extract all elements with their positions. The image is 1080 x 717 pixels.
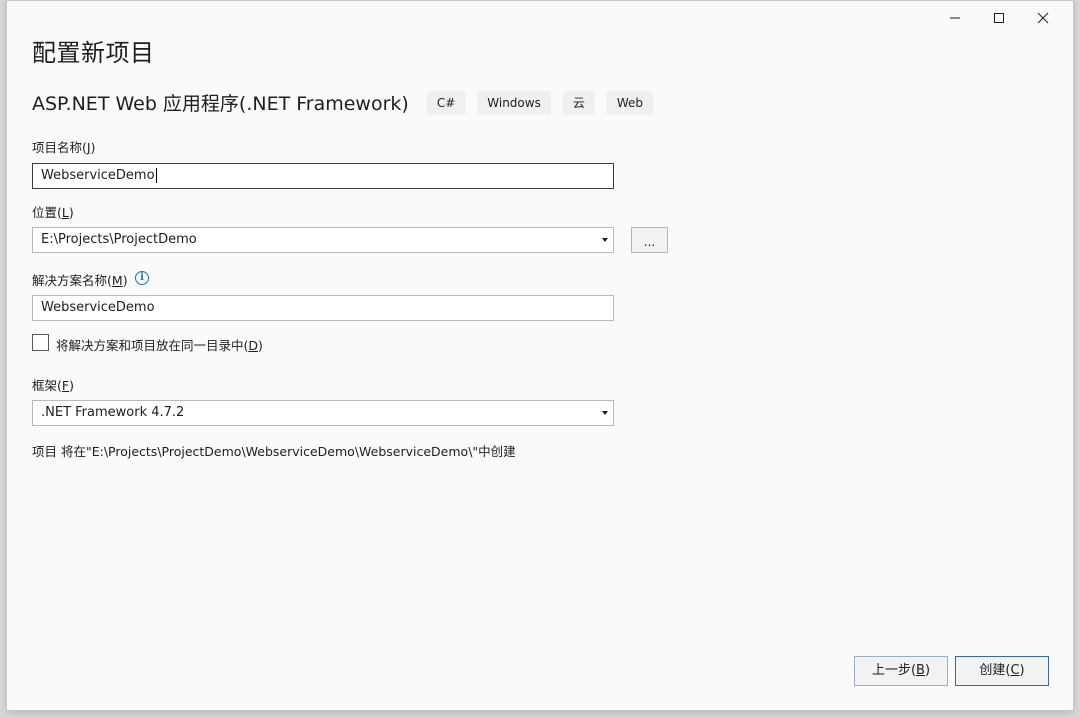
dialog-title: 配置新项目 <box>32 39 155 67</box>
create-button[interactable]: 创建(C) <box>955 656 1049 686</box>
solution-name-input[interactable]: WebserviceDemo <box>32 295 614 321</box>
dropdown-arrow-icon[interactable] <box>602 238 608 242</box>
same-directory-label[interactable]: 将解决方案和项目放在同一目录中(D) <box>56 335 263 354</box>
back-button[interactable]: 上一步(B) <box>854 656 948 686</box>
solution-name-label: 解决方案名称(M) <box>32 273 128 288</box>
close-button[interactable] <box>1021 7 1065 29</box>
template-header: ASP.NET Web 应用程序(.NET Framework) C# Wind… <box>32 89 665 116</box>
minimize-icon <box>950 17 960 19</box>
text-caret <box>155 168 157 183</box>
minimize-button[interactable] <box>933 7 977 29</box>
framework-combobox[interactable]: .NET Framework 4.7.2 <box>32 400 614 426</box>
configure-project-dialog: 配置新项目 ASP.NET Web 应用程序(.NET Framework) C… <box>6 0 1074 711</box>
template-name: ASP.NET Web 应用程序(.NET Framework) <box>32 93 409 115</box>
tag-platform: Windows <box>477 90 551 115</box>
maximize-icon <box>994 13 1004 23</box>
location-label: 位置(L) <box>32 205 74 220</box>
framework-label: 框架(F) <box>32 378 74 393</box>
dropdown-arrow-icon[interactable] <box>602 411 608 415</box>
tag-language: C# <box>426 90 466 115</box>
project-name-label: 项目名称(J) <box>32 140 96 155</box>
tag-cloud: 云 <box>562 90 595 115</box>
close-icon <box>1037 12 1049 24</box>
browse-button[interactable]: ... <box>631 227 668 253</box>
location-combobox[interactable]: E:\Projects\ProjectDemo <box>32 227 614 253</box>
same-directory-checkbox[interactable] <box>32 334 49 351</box>
tag-project-type: Web <box>606 90 654 115</box>
project-path-summary: 项目 将在"E:\Projects\ProjectDemo\Webservice… <box>32 444 516 459</box>
project-name-input[interactable]: WebserviceDemo <box>32 163 614 189</box>
window-controls <box>933 7 1065 29</box>
info-icon[interactable]: i <box>135 271 149 285</box>
maximize-button[interactable] <box>977 7 1021 29</box>
